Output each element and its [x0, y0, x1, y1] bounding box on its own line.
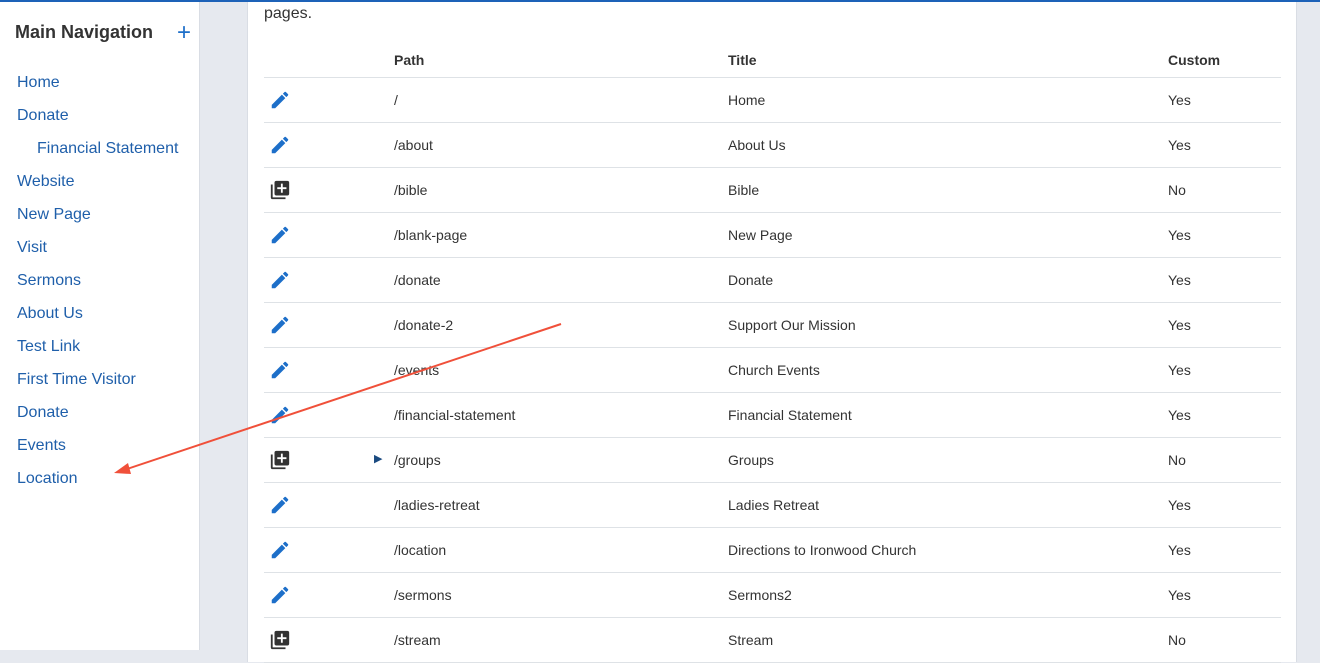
cell-custom: Yes	[1168, 362, 1191, 378]
pencil-icon[interactable]	[269, 539, 291, 561]
table-row: /blank-page New Page Yes	[264, 213, 1281, 258]
cell-path: /groups	[394, 452, 441, 468]
cell-title: Ladies Retreat	[728, 497, 820, 513]
cell-custom: Yes	[1168, 137, 1191, 153]
nav-item-visit[interactable]: Visit	[0, 231, 199, 264]
cell-custom: Yes	[1168, 317, 1191, 333]
nav-item-test-link[interactable]: Test Link	[0, 330, 199, 363]
cell-path: /stream	[394, 632, 441, 648]
cell-path: /donate	[394, 272, 441, 288]
add-page-icon[interactable]	[269, 629, 291, 651]
cell-custom: Yes	[1168, 272, 1191, 288]
pencil-icon[interactable]	[269, 584, 291, 606]
table-row: /events Church Events Yes	[264, 348, 1281, 393]
cell-title: Donate	[728, 272, 774, 288]
table-header: Path Title Custom	[264, 44, 1281, 78]
sidebar: Main Navigation + Home Donate Financial …	[0, 2, 200, 650]
cell-custom: No	[1168, 452, 1186, 468]
cell-custom: No	[1168, 632, 1186, 648]
column-header-path[interactable]: Path	[394, 52, 424, 68]
pencil-icon[interactable]	[269, 269, 291, 291]
cell-path: /location	[394, 542, 447, 558]
nav-list: Home Donate Financial Statement Website …	[0, 66, 199, 495]
pencil-icon[interactable]	[269, 89, 291, 111]
cell-title: Directions to Ironwood Church	[728, 542, 917, 558]
cell-title: Home	[728, 92, 766, 108]
cell-custom: Yes	[1168, 227, 1191, 243]
table-row: /about About Us Yes	[264, 123, 1281, 168]
nav-item-sermons[interactable]: Sermons	[0, 264, 199, 297]
pencil-icon[interactable]	[269, 359, 291, 381]
nav-item-home[interactable]: Home	[0, 66, 199, 99]
pencil-icon[interactable]	[269, 134, 291, 156]
nav-item-events[interactable]: Events	[0, 429, 199, 462]
pencil-icon[interactable]	[269, 404, 291, 426]
pencil-icon[interactable]	[269, 494, 291, 516]
cell-custom: Yes	[1168, 497, 1191, 513]
cell-path: /	[394, 92, 398, 108]
table-row: /location Directions to Ironwood Church Ye…	[264, 528, 1281, 573]
column-header-title[interactable]: Title	[728, 52, 757, 68]
add-nav-item-button[interactable]: +	[175, 21, 193, 45]
table-row: /sermons Sermons2 Yes	[264, 573, 1281, 618]
sidebar-title: Main Navigation	[15, 22, 154, 42]
nav-item-financial-statement[interactable]: Financial Statement	[0, 132, 199, 165]
cell-custom: Yes	[1168, 407, 1191, 423]
cell-path: /financial-statement	[394, 407, 516, 423]
table-row: /ladies-retreat Ladies Retreat Yes	[264, 483, 1281, 528]
cell-path: /about	[394, 137, 433, 153]
cell-title: About Us	[728, 137, 786, 153]
cell-custom: Yes	[1168, 587, 1191, 603]
add-page-icon[interactable]	[269, 449, 291, 471]
cell-path: /blank-page	[394, 227, 468, 243]
nav-item-about-us[interactable]: About Us	[0, 297, 199, 330]
cell-title: New Page	[728, 227, 793, 243]
sidebar-header: Main Navigation +	[15, 21, 195, 48]
cell-custom: Yes	[1168, 542, 1191, 558]
cell-custom: No	[1168, 182, 1186, 198]
intro-text: pages.	[264, 5, 313, 22]
nav-item-first-time-visitor[interactable]: First Time Visitor	[0, 363, 199, 396]
add-page-icon[interactable]	[269, 179, 291, 201]
pencil-icon[interactable]	[269, 314, 291, 336]
cell-path: /bible	[394, 182, 428, 198]
cell-path: /sermons	[394, 587, 452, 603]
pencil-icon[interactable]	[269, 224, 291, 246]
pages-table: Path Title Custom / Home Yes/about About Us…	[264, 44, 1281, 663]
cell-path: /donate-2	[394, 317, 454, 333]
cell-title: Stream	[728, 632, 774, 648]
table-row: /financial-statement Financial Statement Y…	[264, 393, 1281, 438]
cell-path: /events	[394, 362, 440, 378]
nav-item-new-page[interactable]: New Page	[0, 198, 199, 231]
cell-custom: Yes	[1168, 92, 1191, 108]
cell-path: /ladies-retreat	[394, 497, 480, 513]
column-header-custom[interactable]: Custom	[1168, 52, 1220, 68]
nav-item-location[interactable]: Location	[0, 462, 199, 495]
cell-title: Groups	[728, 452, 774, 468]
cell-title: Sermons2	[728, 587, 792, 603]
table-row: ▶ /groups Groups No	[264, 438, 1281, 483]
nav-item-website[interactable]: Website	[0, 165, 199, 198]
cell-title: Financial Statement	[728, 407, 852, 423]
nav-item-donate[interactable]: Donate	[0, 99, 199, 132]
table-row: / Home Yes	[264, 78, 1281, 123]
cell-title: Bible	[728, 182, 760, 198]
table-row: /donate-2 Support Our Mission Yes	[264, 303, 1281, 348]
table-body: / Home Yes/about About Us Yes/bible Bible No/b…	[264, 78, 1281, 663]
nav-item-donate-2[interactable]: Donate	[0, 396, 199, 429]
expand-arrow-icon[interactable]: ▶	[374, 452, 382, 465]
pages-card: pages. Path Title Custom / Home Yes/about A…	[247, 2, 1297, 663]
table-row: /donate Donate Yes	[264, 258, 1281, 303]
table-row: /bible Bible No	[264, 168, 1281, 213]
cell-title: Church Events	[728, 362, 820, 378]
cell-title: Support Our Mission	[728, 317, 856, 333]
table-row: /stream Stream No	[264, 618, 1281, 663]
